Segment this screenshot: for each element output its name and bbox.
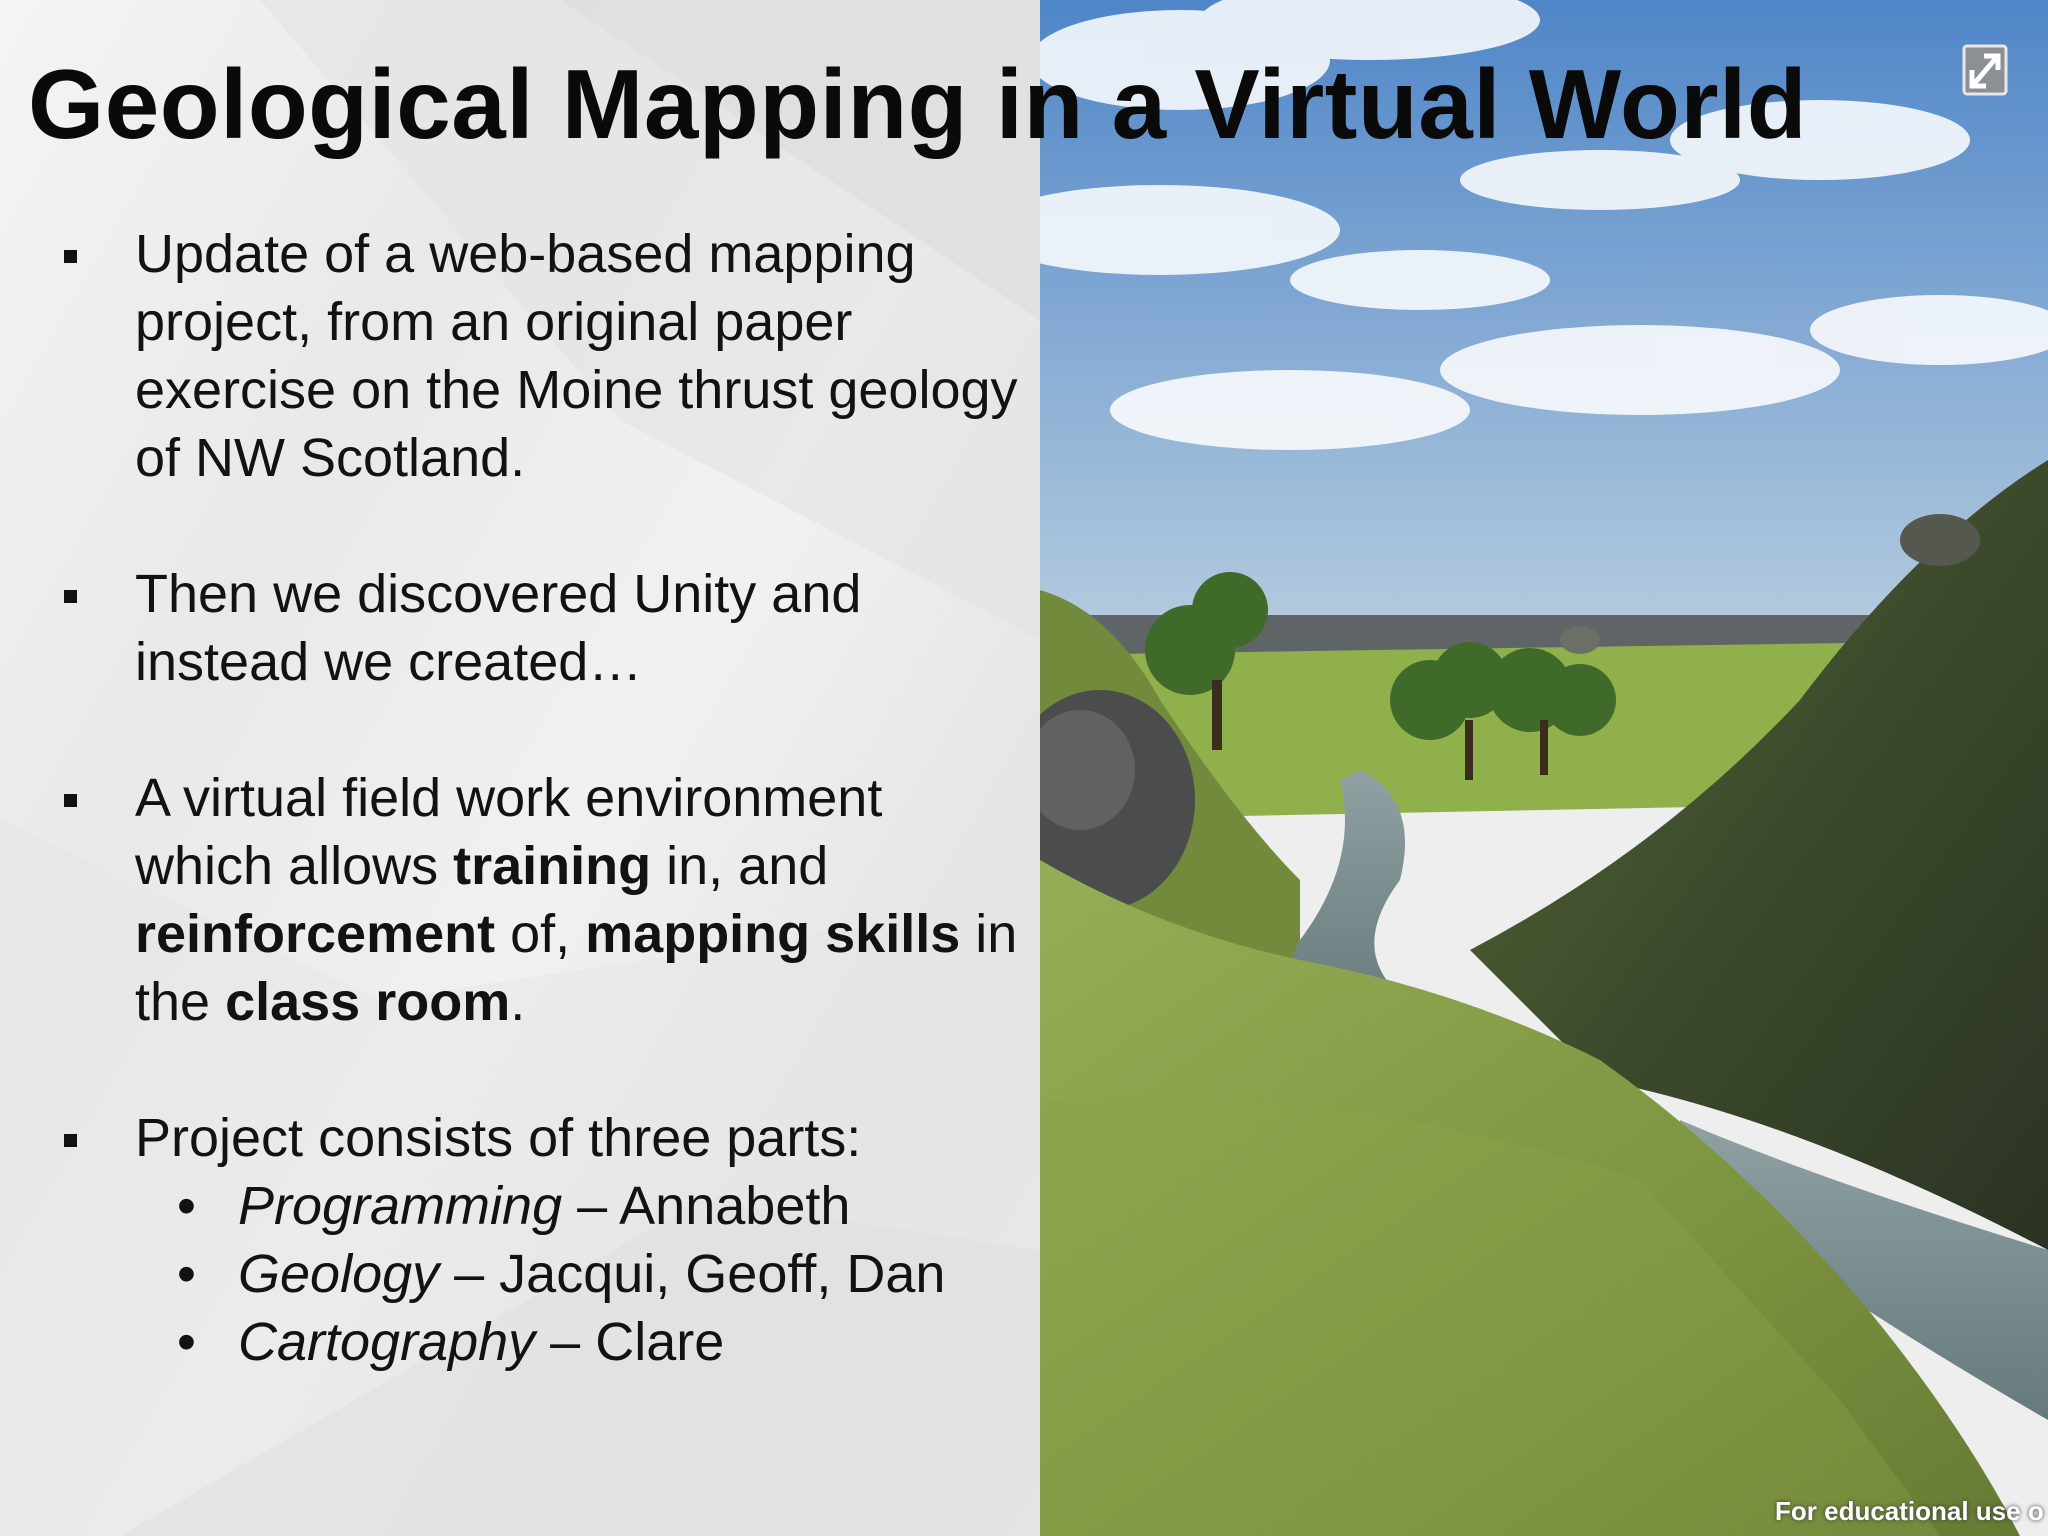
sub-bullet-item: • Geology – Jacqui, Geoff, Dan (135, 1240, 1020, 1308)
sub-bullet-list: • Programming – Annabeth • Geology – Jac… (135, 1172, 1020, 1376)
virtual-world-scene (1040, 0, 2048, 1536)
footer-note: For educational use o (1775, 1496, 2044, 1526)
bullet-emphasis: reinforcement (135, 904, 496, 964)
part-people: – Annabeth (562, 1176, 851, 1236)
bullet-item: Then we discovered Unity and instead we … (60, 560, 1020, 696)
part-people: – Clare (535, 1312, 725, 1372)
part-people: – Jacqui, Geoff, Dan (439, 1244, 946, 1304)
part-role: Geology (238, 1244, 440, 1304)
bullet-item: Project consists of three parts: • Progr… (60, 1104, 1020, 1376)
bullet-text: Then we discovered Unity and instead we … (135, 564, 862, 692)
round-bullet-icon: • (177, 1312, 196, 1372)
part-role: Programming (238, 1176, 563, 1236)
expand-button[interactable] (1960, 40, 2010, 100)
sub-bullet-item: • Programming – Annabeth (135, 1172, 1020, 1240)
round-bullet-icon: • (177, 1176, 196, 1236)
bullet-text: Project consists of three parts: (135, 1108, 862, 1168)
bullet-emphasis: training (453, 836, 652, 896)
bullet-text-part: of, (495, 904, 586, 964)
bullet-text-part: in, and (651, 836, 829, 896)
square-bullet-icon (64, 250, 77, 263)
expand-diagonal-icon (1962, 44, 2008, 96)
bullet-emphasis: class room (225, 972, 511, 1032)
sub-bullet-item: • Cartography – Clare (135, 1308, 1020, 1376)
part-role: Cartography (238, 1312, 536, 1372)
bullet-item: A virtual field work environment which a… (60, 764, 1020, 1036)
square-bullet-icon (64, 1134, 77, 1147)
bullet-list: Update of a web-based mapping project, f… (60, 220, 1020, 1444)
round-bullet-icon: • (177, 1244, 196, 1304)
square-bullet-icon (64, 794, 77, 807)
slide-title: Geological Mapping in a Virtual World (28, 49, 1808, 159)
bullet-item: Update of a web-based mapping project, f… (60, 220, 1020, 492)
bullet-text-part: . (510, 972, 526, 1032)
bullet-emphasis: mapping skills (585, 904, 961, 964)
bullet-text: Update of a web-based mapping project, f… (135, 224, 1018, 488)
square-bullet-icon (64, 590, 77, 603)
slide: Geological Mapping in a Virtual World Up… (0, 0, 2048, 1536)
